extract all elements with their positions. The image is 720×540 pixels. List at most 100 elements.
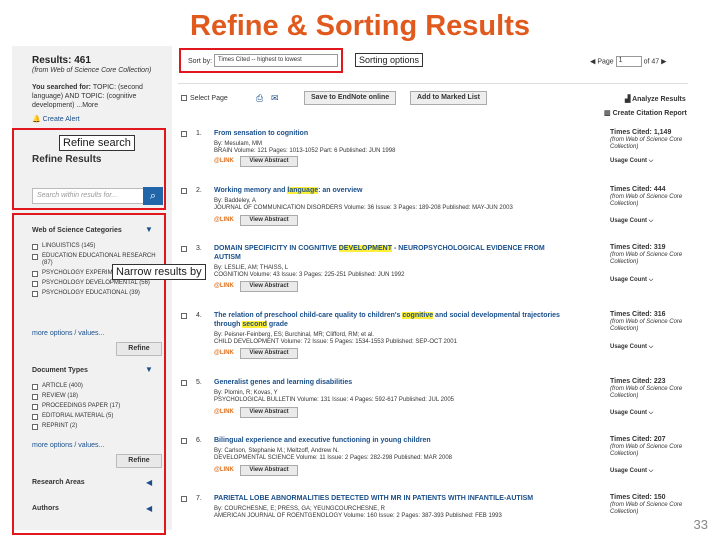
results-count: Results: 461 — [32, 55, 91, 66]
select-page-checkbox[interactable] — [181, 95, 187, 101]
chevron-down-icon: ⌵ — [648, 344, 654, 350]
record-number: 6. — [196, 437, 202, 444]
create-alert-link[interactable]: 🔔 Create Alert — [32, 115, 80, 123]
cited-source-note: (from Web of Science Core Collection) — [610, 252, 683, 265]
times-cited: Times Cited: 444 (from Web of Science Cor… — [610, 186, 686, 208]
record-title[interactable]: The relation of preschool child-care qua… — [214, 311, 570, 329]
cited-source-note: (from Web of Science Core Collection) — [610, 137, 683, 150]
times-cited-count[interactable]: Times Cited: 319 — [610, 244, 666, 251]
result-record: 2. Working memory and language: an overv… — [178, 185, 688, 237]
times-cited-count[interactable]: Times Cited: 1,149 — [610, 129, 671, 136]
next-page-icon[interactable]: ▶ — [661, 58, 666, 65]
save-endnote-button[interactable]: Save to EndNote online — [304, 91, 397, 105]
select-page-label: Select Page — [190, 95, 228, 102]
results-source: (from Web of Science Core Collection) — [32, 67, 152, 74]
usage-label: Usage Count — [610, 158, 648, 164]
title-highlight: language — [287, 187, 319, 194]
usage-count[interactable]: Usage Count ⌵ — [610, 218, 653, 225]
cited-source-note: (from Web of Science Core Collection) — [610, 319, 683, 332]
times-cited-count[interactable]: Times Cited: 150 — [610, 494, 666, 501]
usage-count[interactable]: Usage Count ⌵ — [610, 410, 653, 417]
link-resolver-icon[interactable]: @LINK — [214, 281, 238, 291]
print-icon[interactable]: ⎙ — [256, 93, 263, 104]
citation-label: Create Citation Report — [612, 110, 687, 117]
chart-icon: ▟ — [625, 96, 631, 103]
pager: ◀ Page 1 of 47 ▶ — [590, 56, 667, 67]
view-abstract-button[interactable]: View Abstract — [240, 215, 298, 226]
analyze-results-link[interactable]: ▟ Analyze Results — [625, 95, 686, 103]
page-of-label: of 47 — [643, 58, 660, 66]
record-title[interactable]: From sensation to cognition — [214, 129, 570, 138]
title-highlight: cognitive — [402, 312, 434, 319]
times-cited-count[interactable]: Times Cited: 223 — [610, 378, 666, 385]
record-checkbox[interactable] — [181, 438, 187, 444]
times-cited-count[interactable]: Times Cited: 316 — [610, 311, 666, 318]
usage-count[interactable]: Usage Count ⌵ — [610, 468, 653, 475]
view-abstract-button[interactable]: View Abstract — [240, 156, 298, 167]
title-highlight: DEVELOPMENT — [338, 245, 393, 252]
link-resolver-icon[interactable]: @LINK — [214, 156, 238, 166]
record-checkbox[interactable] — [181, 131, 187, 137]
record-title[interactable]: PARIETAL LOBE ABNORMALITIES DETECTED WIT… — [214, 494, 570, 503]
view-abstract-button[interactable]: View Abstract — [240, 465, 298, 476]
record-title[interactable]: DOMAIN SPECIFICITY IN COGNITIVE DEVELOPM… — [214, 244, 570, 262]
refine-search-callout: Refine search — [59, 135, 135, 151]
page-label: Page — [597, 58, 614, 66]
record-title[interactable]: Bilingual experience and executive funct… — [214, 436, 570, 445]
times-cited-count[interactable]: Times Cited: 444 — [610, 186, 666, 193]
citation-report-link[interactable]: ▥ Create Citation Report — [604, 109, 687, 117]
times-cited: Times Cited: 319 (from Web of Science Cor… — [610, 244, 686, 266]
record-checkbox[interactable] — [181, 496, 187, 502]
view-abstract-button[interactable]: View Abstract — [240, 348, 298, 359]
title-text: Working memory and — [214, 187, 288, 194]
searched-for-label: You searched for: — [32, 84, 91, 91]
usage-label: Usage Count — [610, 218, 648, 224]
slide-title: Refine & Sorting Results — [190, 10, 530, 42]
record-title[interactable]: Working memory and language: an overview — [214, 186, 570, 195]
record-source: JOURNAL OF COMMUNICATION DISORDERS Volum… — [214, 205, 513, 211]
sort-options-highlight — [179, 48, 343, 73]
title-text: grade — [266, 321, 288, 328]
record-number: 1. — [196, 130, 202, 137]
record-source: PSYCHOLOGICAL BULLETIN Volume: 131 Issue… — [214, 397, 455, 403]
email-icon[interactable]: ✉ — [271, 93, 279, 104]
record-title[interactable]: Generalist genes and learning disabiliti… — [214, 378, 570, 387]
record-number: 7. — [196, 495, 202, 502]
record-source: COGNITION Volume: 43 Issue: 3 Pages: 225… — [214, 272, 405, 278]
link-resolver-icon[interactable]: @LINK — [214, 348, 238, 358]
bell-icon: 🔔 — [32, 116, 41, 123]
result-record: 7. PARIETAL LOBE ABNORMALITIES DETECTED … — [178, 493, 688, 529]
chevron-down-icon: ⌵ — [648, 158, 654, 164]
chevron-down-icon: ⌵ — [648, 218, 654, 224]
view-abstract-button[interactable]: View Abstract — [240, 407, 298, 418]
link-resolver-icon[interactable]: @LINK — [214, 215, 238, 225]
record-checkbox[interactable] — [181, 313, 187, 319]
result-record: 1. From sensation to cognition By: Mesul… — [178, 128, 688, 180]
times-cited-count[interactable]: Times Cited: 207 — [610, 436, 666, 443]
times-cited: Times Cited: 207 (from Web of Science Cor… — [610, 436, 686, 458]
report-icon: ▥ — [604, 110, 611, 117]
link-resolver-icon[interactable]: @LINK — [214, 407, 238, 417]
title-text: DOMAIN SPECIFICITY IN COGNITIVE — [214, 245, 339, 252]
usage-label: Usage Count — [610, 468, 648, 474]
view-abstract-button[interactable]: View Abstract — [240, 281, 298, 292]
record-checkbox[interactable] — [181, 380, 187, 386]
toolbar-divider — [178, 83, 688, 84]
narrow-results-highlight — [12, 213, 166, 535]
page-number: 33 — [693, 517, 708, 532]
usage-count[interactable]: Usage Count ⌵ — [610, 277, 653, 284]
cited-source-note: (from Web of Science Core Collection) — [610, 502, 683, 515]
times-cited: Times Cited: 1,149 (from Web of Science C… — [610, 129, 686, 151]
title-text: : an overview — [318, 187, 363, 194]
prev-page-icon[interactable]: ◀ — [590, 58, 595, 65]
record-checkbox[interactable] — [181, 188, 187, 194]
add-marked-list-button[interactable]: Add to Marked List — [410, 91, 488, 105]
result-record: 3. DOMAIN SPECIFICITY IN COGNITIVE DEVEL… — [178, 243, 688, 301]
usage-label: Usage Count — [610, 277, 648, 283]
usage-count[interactable]: Usage Count ⌵ — [610, 158, 653, 165]
page-number-input[interactable]: 1 — [615, 56, 642, 67]
chevron-down-icon: ⌵ — [648, 468, 654, 474]
usage-count[interactable]: Usage Count ⌵ — [610, 344, 653, 351]
record-checkbox[interactable] — [181, 246, 187, 252]
link-resolver-icon[interactable]: @LINK — [214, 465, 238, 475]
